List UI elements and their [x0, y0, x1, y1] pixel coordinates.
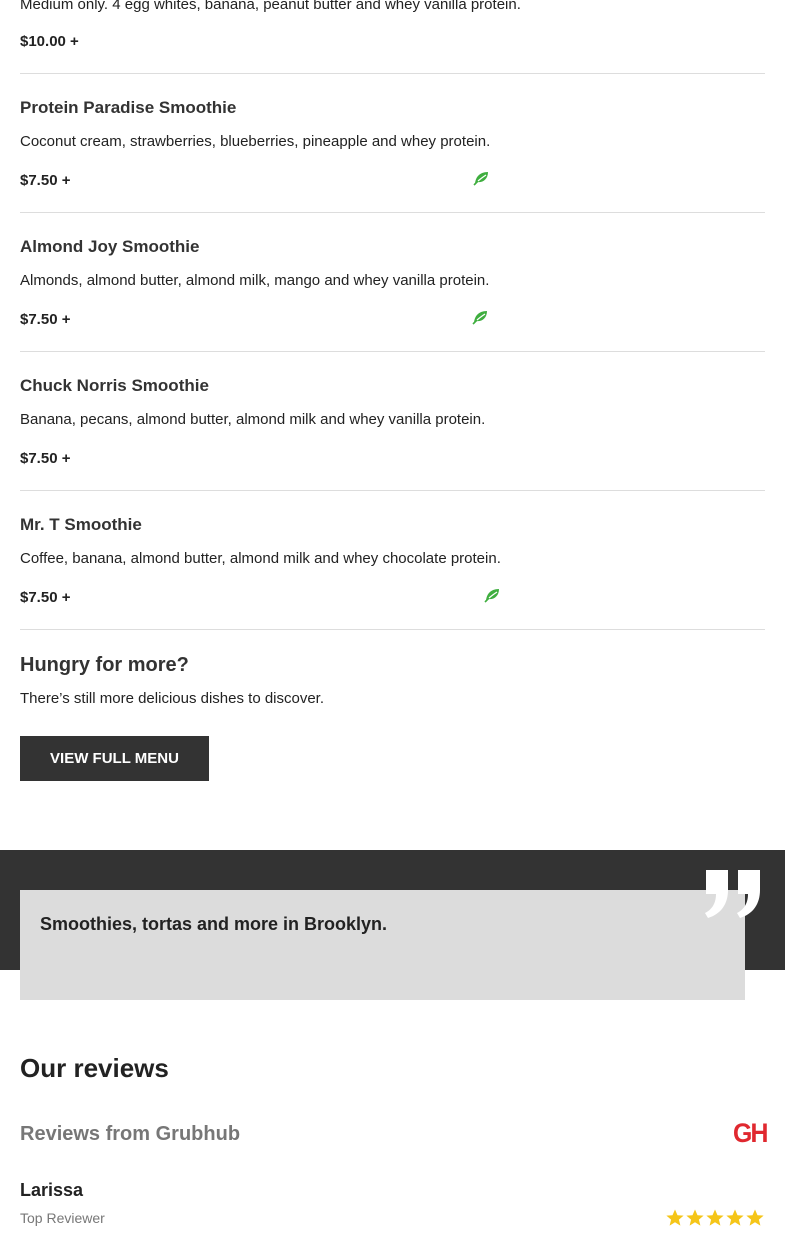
star-icon [726, 1209, 744, 1226]
divider [20, 351, 765, 352]
star-icon [666, 1209, 684, 1226]
more-title: Hungry for more? [20, 654, 189, 676]
reviewer-badge: Top Reviewer [20, 1210, 105, 1226]
leaf-icon[interactable] [473, 170, 491, 186]
leaf-icon[interactable] [484, 587, 502, 603]
grubhub-logo[interactable]: GH [733, 1118, 768, 1148]
menu-item-name: Chuck Norris Smoothie [20, 376, 209, 395]
menu-item-price: $7.50 + [20, 172, 71, 189]
reviews-source: Reviews from Grubhub [20, 1123, 241, 1145]
leaf-icon[interactable] [472, 309, 490, 325]
reviews-title: Our reviews [20, 1053, 169, 1083]
menu-item-description: Coconut cream, strawberries, blueberries… [20, 133, 491, 150]
more-subtitle: There’s still more delicious dishes to d… [20, 690, 325, 707]
menu-item-price: $7.50 + [20, 311, 71, 328]
menu-item-description: Medium only. 4 egg whites, banana, peanu… [20, 0, 521, 13]
menu-item-description: Almonds, almond butter, almond milk, man… [20, 272, 490, 289]
star-icon [746, 1209, 764, 1226]
reviewer-name: Larissa [20, 1180, 84, 1200]
menu-item-name: Mr. T Smoothie [20, 515, 142, 534]
menu-item-name: Protein Paradise Smoothie [20, 98, 237, 117]
star-icon [706, 1209, 724, 1226]
view-full-menu-button[interactable]: VIEW FULL MENU [20, 736, 209, 781]
divider [20, 490, 765, 491]
divider [20, 73, 765, 74]
star-rating [665, 1208, 765, 1228]
quote-card: Smoothies, tortas and more in Brooklyn. [20, 890, 745, 1000]
star-icon [686, 1209, 704, 1226]
divider [20, 212, 765, 213]
divider [20, 629, 765, 630]
menu-item-price: $10.00 + [20, 33, 79, 50]
menu-item-name: Almond Joy Smoothie [20, 237, 200, 256]
menu-item-price: $7.50 + [20, 450, 71, 467]
menu-item-description: Coffee, banana, almond butter, almond mi… [20, 550, 501, 567]
menu-item-description: Banana, pecans, almond butter, almond mi… [20, 411, 486, 428]
quote-icon [705, 870, 760, 918]
quote-text: Smoothies, tortas and more in Brooklyn. [40, 914, 388, 934]
menu-item-price: $7.50 + [20, 589, 71, 606]
